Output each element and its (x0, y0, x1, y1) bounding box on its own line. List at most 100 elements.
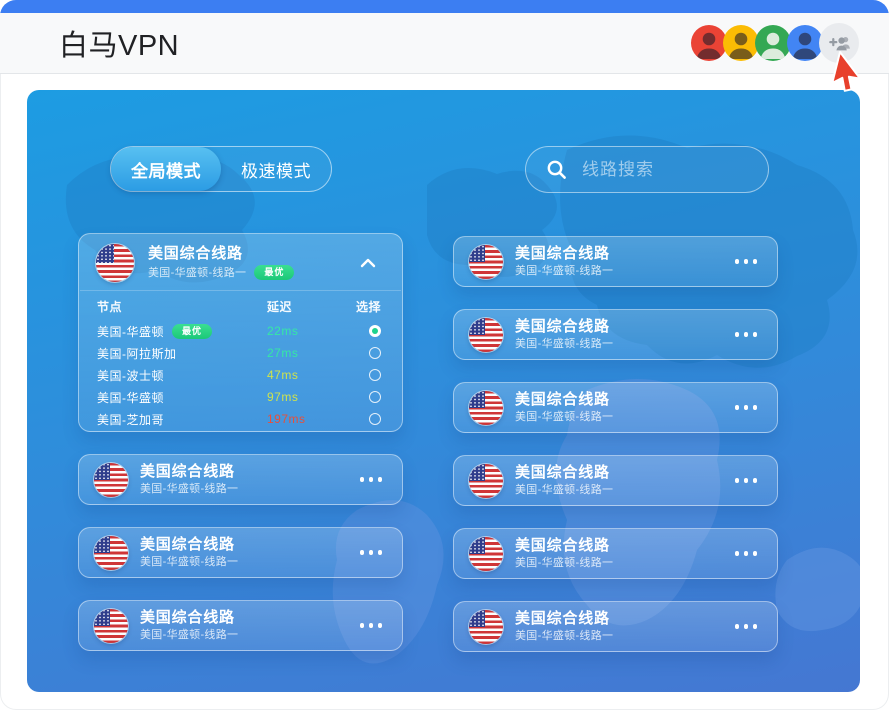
node-row: 美国-华盛顿 最优 22ms (97, 320, 381, 342)
avatar[interactable] (755, 25, 791, 61)
node-name: 美国-华盛顿 (97, 324, 164, 339)
more-icon (734, 405, 739, 410)
add-user-button[interactable] (819, 23, 859, 63)
tab-global-mode[interactable]: 全局模式 (111, 147, 221, 191)
more-options-button[interactable] (359, 617, 382, 634)
node-row: 美国-芝加哥 197ms (97, 408, 381, 430)
node-name: 美国-华盛顿 (97, 390, 164, 405)
search-icon (547, 160, 566, 179)
line-card-subtitle: 美国-华盛顿-线路一 (515, 630, 614, 643)
more-icon (359, 623, 364, 628)
avatar[interactable] (787, 25, 823, 61)
us-flag-icon (94, 535, 128, 570)
line-card-title: 美国综合线路 (515, 244, 610, 262)
node-radio[interactable] (369, 413, 381, 425)
person-icon (760, 32, 786, 59)
app-header: 白马VPN (0, 13, 889, 74)
more-options-button[interactable] (734, 326, 757, 343)
line-card-title: 美国综合线路 (148, 244, 243, 262)
line-card-title: 美国综合线路 (515, 609, 610, 627)
line-card-subtitle: 美国-华盛顿-线路一 (515, 265, 614, 278)
line-card-title: 美国综合线路 (140, 535, 235, 553)
more-options-button[interactable] (734, 253, 757, 270)
us-flag-icon (469, 317, 503, 352)
node-name: 美国-波士顿 (97, 368, 164, 383)
node-row: 美国-华盛顿 97ms (97, 386, 381, 408)
more-options-button[interactable] (734, 618, 757, 635)
node-radio[interactable] (369, 391, 381, 403)
column-header-latency: 延迟 (267, 300, 293, 314)
us-flag-icon (469, 390, 503, 425)
more-options-button[interactable] (734, 399, 757, 416)
line-card-subtitle: 美国-华盛顿-线路一 (515, 338, 614, 351)
node-name: 美国-芝加哥 (97, 412, 164, 427)
us-flag-icon (96, 244, 134, 282)
window-topbar (0, 0, 889, 13)
line-card[interactable]: 美国综合线路 美国-华盛顿-线路一 (453, 455, 778, 506)
line-card-subtitle: 美国-华盛顿-线路一 (148, 266, 247, 279)
node-latency: 22ms (267, 324, 299, 338)
line-card-subtitle: 美国-华盛顿-线路一 (140, 629, 239, 642)
more-icon (359, 477, 364, 482)
collapse-button[interactable] (356, 252, 380, 275)
best-badge: 最优 (254, 265, 295, 281)
person-icon (792, 32, 818, 59)
avatar[interactable] (691, 25, 727, 61)
avatar[interactable] (723, 25, 759, 61)
line-card-title: 美国综合线路 (140, 608, 235, 626)
line-card-subtitle: 美国-华盛顿-线路一 (515, 484, 614, 497)
line-card[interactable]: 美国综合线路 美国-华盛顿-线路一 (78, 600, 403, 651)
more-icon (734, 259, 739, 264)
node-latency: 47ms (267, 368, 299, 382)
line-card-expanded: 美国综合线路 美国-华盛顿-线路一 最优 节点 延迟 选择 美国-华盛顿 最优 … (78, 233, 403, 432)
search-input[interactable] (580, 158, 754, 181)
more-options-button[interactable] (359, 471, 382, 488)
node-latency: 97ms (267, 390, 299, 404)
node-latency: 197ms (267, 412, 306, 426)
node-radio[interactable] (369, 325, 381, 337)
us-flag-icon (94, 608, 128, 643)
node-name: 美国-阿拉斯加 (97, 346, 177, 361)
app-window: 白马VPN 全局模式 极速模式 线路搜索 美国综合线路 美国-华盛顿-线路一 最… (0, 0, 889, 710)
more-options-button[interactable] (359, 544, 382, 561)
line-card-title: 美国综合线路 (515, 536, 610, 554)
line-card[interactable]: 美国综合线路 美国-华盛顿-线路一 (453, 309, 778, 360)
line-card[interactable]: 美国综合线路 美国-华盛顿-线路一 (78, 454, 403, 505)
line-card-subtitle: 美国-华盛顿-线路一 (515, 557, 614, 570)
line-card[interactable]: 美国综合线路 美国-华盛顿-线路一 (453, 236, 778, 287)
us-flag-icon (94, 462, 128, 497)
line-card[interactable]: 美国综合线路 美国-华盛顿-线路一 (78, 527, 403, 578)
add-user-icon (829, 37, 850, 51)
best-badge: 最优 (172, 323, 213, 339)
node-latency: 27ms (267, 346, 299, 360)
line-card-title: 美国综合线路 (515, 390, 610, 408)
more-icon (734, 332, 739, 337)
us-flag-icon (469, 536, 503, 571)
expanded-card-header[interactable]: 美国综合线路 美国-华盛顿-线路一 最优 (79, 234, 402, 290)
tab-speed-mode[interactable]: 极速模式 (221, 147, 331, 191)
line-card-subtitle: 美国-华盛顿-线路一 (140, 483, 239, 496)
node-table: 节点 延迟 选择 美国-华盛顿 最优 22ms 美国-阿拉斯加 27ms 美国-… (80, 290, 401, 430)
line-card-subtitle: 美国-华盛顿-线路一 (515, 411, 614, 424)
main-panel: 全局模式 极速模式 美国综合线路 美国-华盛顿-线路一 最优 (27, 90, 860, 692)
column-header-node: 节点 (97, 300, 123, 314)
line-card[interactable]: 美国综合线路 美国-华盛顿-线路一 (453, 528, 778, 579)
line-card[interactable]: 美国综合线路 美国-华盛顿-线路一 (453, 601, 778, 652)
line-card-subtitle: 美国-华盛顿-线路一 (140, 556, 239, 569)
chevron-up-icon (360, 258, 376, 267)
node-radio[interactable] (369, 369, 381, 381)
more-options-button[interactable] (734, 472, 757, 489)
mode-tabs: 全局模式 极速模式 (110, 146, 332, 192)
line-card-title: 美国综合线路 (515, 317, 610, 335)
search-box[interactable] (525, 146, 769, 193)
avatar-group (691, 23, 859, 63)
us-flag-icon (469, 609, 503, 644)
more-options-button[interactable] (734, 545, 757, 562)
more-icon (734, 624, 739, 629)
more-icon (734, 551, 739, 556)
person-icon (696, 32, 722, 59)
node-radio[interactable] (369, 347, 381, 359)
line-card-title: 美国综合线路 (515, 463, 610, 481)
app-title: 白马VPN (59, 30, 180, 62)
line-card[interactable]: 美国综合线路 美国-华盛顿-线路一 (453, 382, 778, 433)
